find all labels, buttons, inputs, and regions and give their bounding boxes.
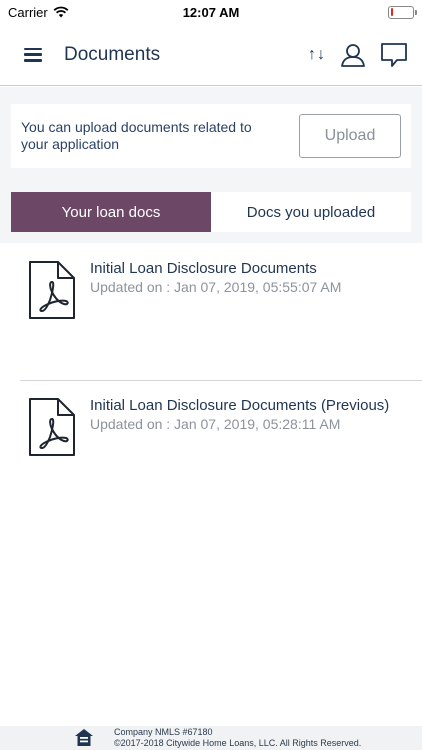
nav-bar: Documents ↑↓ [0, 24, 422, 86]
document-updated: Updated on : Jan 07, 2019, 05:28:11 AM [90, 416, 341, 432]
copyright-text: ©2017-2018 Citywide Home Loans, LLC. All… [114, 738, 362, 748]
status-bar: Carrier 12:07 AM [0, 0, 422, 24]
document-text: Initial Loan Disclosure Documents Update… [90, 260, 341, 296]
chat-bubble-icon[interactable] [380, 42, 408, 68]
status-left: Carrier [8, 5, 69, 20]
company-nmls: Company NMLS #67180 [114, 727, 213, 737]
document-item[interactable]: Initial Loan Disclosure Documents Update… [0, 260, 422, 320]
document-tabs: Your loan docs Docs you uploaded [11, 192, 411, 232]
equal-housing-lender-icon [75, 729, 93, 746]
wifi-icon [53, 6, 69, 18]
nav-actions: ↑↓ [308, 42, 408, 68]
footer-text: Company NMLS #67180 ©2017-2018 Citywide … [114, 727, 361, 749]
tab-your-loan-docs[interactable]: Your loan docs [11, 192, 211, 232]
tab-docs-you-uploaded[interactable]: Docs you uploaded [211, 192, 411, 232]
sort-icon[interactable]: ↑↓ [308, 46, 326, 64]
carrier-label: Carrier [8, 4, 48, 20]
document-title: Initial Loan Disclosure Documents [90, 260, 317, 277]
hamburger-menu-icon[interactable] [24, 47, 42, 62]
user-icon[interactable] [340, 42, 366, 68]
document-text: Initial Loan Disclosure Documents (Previ… [90, 397, 389, 433]
document-item[interactable]: Initial Loan Disclosure Documents (Previ… [0, 397, 422, 457]
document-title: Initial Loan Disclosure Documents (Previ… [90, 397, 390, 414]
page-title: Documents [64, 43, 161, 65]
footer: Company NMLS #67180 ©2017-2018 Citywide … [0, 726, 422, 750]
list-divider [20, 380, 422, 381]
upload-button[interactable]: Upload [299, 114, 401, 158]
upload-card: You can upload documents related to your… [11, 104, 411, 168]
document-updated: Updated on : Jan 07, 2019, 05:55:07 AM [90, 279, 342, 295]
pdf-file-icon [29, 398, 75, 456]
pdf-file-icon [29, 261, 75, 319]
battery-fill [390, 8, 394, 16]
battery-icon [388, 5, 417, 19]
upload-message: You can upload documents related to your… [21, 119, 252, 152]
